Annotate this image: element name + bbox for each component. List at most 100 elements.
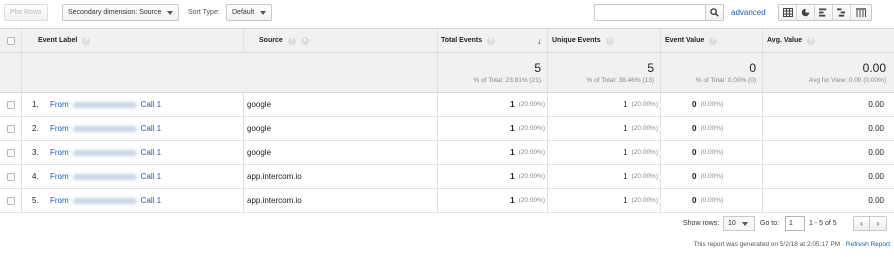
row-checkbox[interactable]: [7, 189, 15, 212]
row-event-label: 5. From Call 1: [32, 189, 161, 212]
event-label-link[interactable]: From Call 1: [50, 100, 161, 109]
advanced-filter-link[interactable]: advanced: [731, 8, 766, 17]
pivot-view-button[interactable]: [851, 5, 871, 20]
row-source[interactable]: google: [247, 117, 271, 140]
chevron-down-icon: [167, 10, 174, 15]
pager-buttons: ‹ ›: [853, 216, 887, 231]
event-value-pct: (0.00%): [700, 149, 724, 156]
total-events-total-value: 5: [534, 61, 541, 75]
row-index: 4.: [32, 172, 39, 181]
total-events-header-text: Total Events: [441, 37, 483, 44]
col-header-event-value[interactable]: Event Value ?: [665, 29, 718, 52]
chevron-down-icon: [741, 221, 748, 226]
row-source[interactable]: google: [247, 93, 271, 116]
event-label-link[interactable]: From Call 1: [50, 148, 161, 157]
row-index: 5.: [32, 196, 39, 205]
event-label-prefix: From: [50, 100, 69, 109]
help-icon[interactable]: ?: [487, 36, 496, 45]
event-value-pct: (0.00%): [700, 173, 724, 180]
row-checkbox[interactable]: [7, 165, 15, 188]
col-header-total-events[interactable]: Total Events ?: [441, 29, 496, 52]
comparison-view-button[interactable]: [833, 5, 851, 20]
help-icon[interactable]: ?: [807, 36, 816, 45]
remove-dimension-icon[interactable]: ×: [300, 36, 309, 45]
event-label-link[interactable]: From Call 1: [50, 124, 161, 133]
generated-text: This report was generated on 5/2/18 at 2…: [693, 241, 846, 248]
col-header-source[interactable]: Source ? ×: [259, 29, 309, 52]
view-toggle-group: [778, 4, 872, 21]
row-index: 3.: [32, 148, 39, 157]
event-label-prefix: From: [50, 196, 69, 205]
show-rows-select[interactable]: 10: [723, 216, 755, 231]
col-header-avg-value[interactable]: Avg. Value ?: [767, 29, 816, 52]
row-event-label: 3. From Call 1: [32, 141, 161, 164]
row-event-value: 0 (0.00%): [692, 117, 723, 140]
table-row: 3. From Call 1 google 1 (20.00%) 1 (20.00%)…: [0, 141, 894, 165]
table-row: 5. From Call 1 app.intercom.io 1 (20.00%) …: [0, 189, 894, 213]
plot-rows-button[interactable]: Plot Rows: [4, 4, 48, 21]
chevron-down-icon: [260, 10, 267, 15]
table-view-button[interactable]: [779, 5, 797, 20]
next-page-button[interactable]: ›: [870, 217, 886, 230]
unique-events-value: 1: [623, 124, 628, 133]
table-header-row: Event Label ? Source ? × Total Events ? …: [0, 29, 894, 53]
pie-view-button[interactable]: [797, 5, 815, 20]
col-header-event-label[interactable]: Event Label ?: [38, 29, 91, 52]
total-events-value: 1: [510, 196, 515, 205]
redacted-phone: [72, 101, 137, 108]
sort-type-dropdown[interactable]: Default: [226, 4, 273, 21]
redacted-phone: [72, 197, 137, 204]
row-source[interactable]: google: [247, 141, 271, 164]
row-checkbox[interactable]: [7, 141, 15, 164]
source-header-text: Source: [259, 37, 283, 44]
event-value-value: 0: [692, 124, 697, 133]
row-event-value: 0 (0.00%): [692, 189, 723, 212]
row-total-events: 1 (20.00%): [437, 189, 545, 212]
help-icon[interactable]: ?: [605, 36, 614, 45]
goto-page-input[interactable]: 1: [785, 216, 805, 231]
select-all-checkbox[interactable]: [7, 29, 15, 52]
row-unique-events: 1 (20.00%): [547, 117, 658, 140]
col-header-unique-events[interactable]: Unique Events ?: [552, 29, 614, 52]
row-checkbox[interactable]: [7, 117, 15, 140]
row-source[interactable]: app.intercom.io: [247, 189, 302, 212]
row-avg-value: 0.00: [868, 196, 884, 205]
event-value-pct: (0.00%): [700, 101, 724, 108]
event-label-suffix: Call 1: [140, 100, 162, 109]
row-checkbox[interactable]: [7, 93, 15, 116]
previous-page-button[interactable]: ‹: [854, 217, 870, 230]
show-rows-value: 10: [728, 220, 736, 227]
search-button[interactable]: [706, 4, 724, 21]
row-total-events: 1 (20.00%): [437, 165, 545, 188]
event-label-link[interactable]: From Call 1: [50, 172, 161, 181]
unique-events-pct: (20.00%): [631, 173, 658, 180]
row-source[interactable]: app.intercom.io: [247, 165, 302, 188]
help-icon[interactable]: ?: [287, 36, 296, 45]
unique-events-value: 1: [623, 172, 628, 181]
event-value-total: 0 % of Total: 0.00% (0): [660, 53, 762, 92]
event-value-value: 0: [692, 100, 697, 109]
chevron-right-icon: ›: [876, 219, 880, 228]
refresh-report-link[interactable]: Refresh Report: [846, 241, 890, 248]
unique-events-total-value: 5: [647, 61, 654, 75]
row-total-events: 1 (20.00%): [437, 117, 545, 140]
secondary-dimension-dropdown[interactable]: Secondary dimension: Source: [62, 4, 180, 21]
avg-value-total-value: 0.00: [862, 61, 886, 75]
comparison-view-icon: [837, 8, 846, 17]
event-label-link[interactable]: From Call 1: [50, 196, 161, 205]
event-value-value: 0: [692, 172, 697, 181]
row-event-label: 2. From Call 1: [32, 117, 161, 140]
unique-events-pct: (20.00%): [631, 125, 658, 132]
row-total-events: 1 (20.00%): [437, 141, 545, 164]
row-unique-events: 1 (20.00%): [547, 189, 658, 212]
help-icon[interactable]: ?: [82, 36, 91, 45]
table-search-input[interactable]: [594, 4, 706, 21]
performance-view-button[interactable]: [815, 5, 833, 20]
unique-events-total-sub: % of Total: 38.46% (13): [586, 77, 654, 84]
help-icon[interactable]: ?: [709, 36, 718, 45]
event-label-prefix: From: [50, 172, 69, 181]
event-label-suffix: Call 1: [140, 172, 162, 181]
show-rows-label: Show rows:: [683, 220, 720, 227]
total-events-value: 1: [510, 100, 515, 109]
row-index: 1.: [32, 100, 39, 109]
